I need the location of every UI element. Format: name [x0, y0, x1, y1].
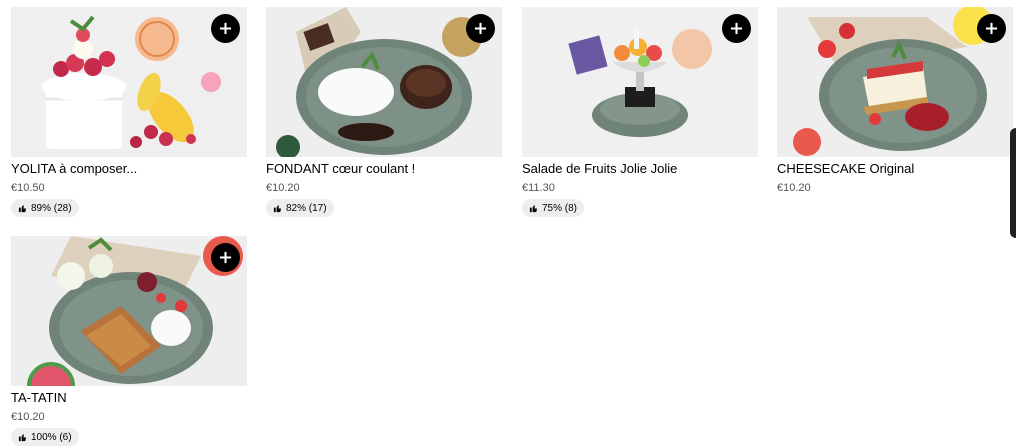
- item-image[interactable]: [11, 7, 247, 157]
- item-name[interactable]: CHEESECAKE Original: [777, 161, 1013, 177]
- menu-item-card[interactable]: TA-TATIN €10.20 100% (6): [11, 236, 247, 447]
- thumbs-up-icon: [529, 204, 538, 212]
- item-name[interactable]: YOLITA à composer...: [11, 161, 247, 177]
- rating-badge: 82% (17): [266, 199, 334, 217]
- rating-text: 75% (8): [542, 202, 578, 214]
- menu-item-card[interactable]: YOLITA à composer... €10.50 89% (28): [11, 7, 247, 218]
- side-drawer-handle[interactable]: [1010, 128, 1016, 238]
- item-name[interactable]: FONDANT cœur coulant !: [266, 161, 502, 177]
- thumbs-up-icon: [18, 204, 27, 212]
- thumbs-up-icon: [273, 204, 282, 212]
- rating-text: 100% (6): [31, 431, 72, 443]
- add-item-button[interactable]: [211, 243, 240, 272]
- add-item-button[interactable]: [466, 14, 495, 43]
- plus-icon: [985, 22, 998, 35]
- menu-item-card[interactable]: CHEESECAKE Original €10.20: [777, 7, 1013, 195]
- item-name[interactable]: Salade de Fruits Jolie Jolie: [522, 161, 758, 177]
- item-price: €10.20: [266, 182, 300, 194]
- plus-icon: [219, 251, 232, 264]
- thumbs-up-icon: [18, 433, 27, 441]
- add-item-button[interactable]: [722, 14, 751, 43]
- rating-text: 89% (28): [31, 202, 72, 214]
- menu-grid: YOLITA à composer... €10.50 89% (28) FON…: [0, 0, 1016, 447]
- menu-item-card[interactable]: FONDANT cœur coulant ! €10.20 82% (17): [266, 7, 502, 218]
- add-item-button[interactable]: [211, 14, 240, 43]
- rating-badge: 75% (8): [522, 199, 585, 217]
- item-image[interactable]: [266, 7, 502, 157]
- item-image[interactable]: [777, 7, 1013, 157]
- item-image[interactable]: [11, 236, 247, 386]
- menu-item-card[interactable]: Salade de Fruits Jolie Jolie €11.30 75% …: [522, 7, 758, 218]
- item-price: €10.20: [777, 182, 811, 194]
- item-price: €11.30: [522, 182, 555, 194]
- rating-badge: 100% (6): [11, 428, 79, 446]
- plus-icon: [730, 22, 743, 35]
- item-name[interactable]: TA-TATIN: [11, 390, 247, 406]
- rating-badge: 89% (28): [11, 199, 79, 217]
- rating-text: 82% (17): [286, 202, 327, 214]
- plus-icon: [219, 22, 232, 35]
- item-image[interactable]: [522, 7, 758, 157]
- item-price: €10.20: [11, 411, 45, 423]
- add-item-button[interactable]: [977, 14, 1006, 43]
- item-price: €10.50: [11, 182, 45, 194]
- plus-icon: [474, 22, 487, 35]
